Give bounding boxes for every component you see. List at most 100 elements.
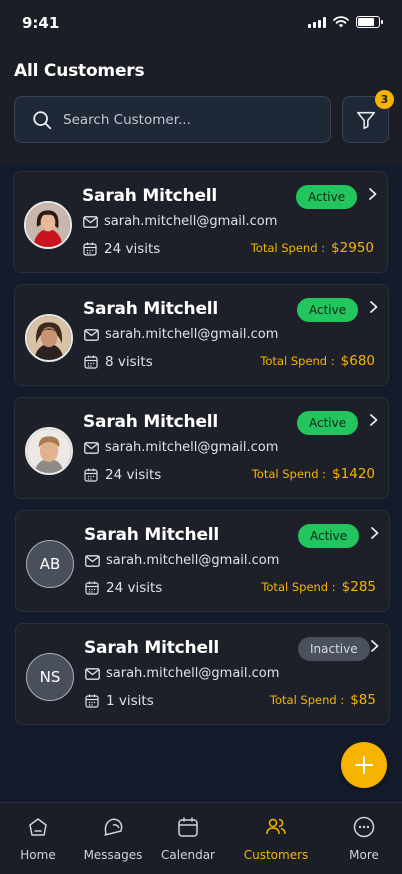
status-badge: Inactive bbox=[298, 637, 370, 661]
search-input[interactable] bbox=[63, 111, 303, 128]
visits-row: 24 visits bbox=[85, 580, 162, 596]
nav-label: Messages bbox=[83, 848, 143, 862]
chevron-right-icon[interactable] bbox=[368, 413, 380, 427]
search-box[interactable] bbox=[14, 96, 331, 143]
avatar bbox=[24, 201, 72, 249]
email-row: sarah.mitchell@gmail.com bbox=[84, 440, 278, 455]
status-badge: Active bbox=[297, 411, 359, 435]
calendar-small-icon bbox=[84, 468, 98, 482]
status-icons bbox=[308, 16, 383, 28]
avatar bbox=[25, 314, 73, 362]
calendar-small-icon bbox=[85, 694, 99, 708]
top-header: 9:41 All Customers 3 bbox=[0, 0, 402, 163]
mail-icon bbox=[85, 554, 100, 567]
customer-name: Sarah Mitchell bbox=[82, 186, 218, 206]
total-spend-amount: $85 bbox=[350, 692, 376, 708]
calendar-small-icon bbox=[83, 242, 97, 256]
customer-card[interactable]: Sarah Mitchell sarah.mitchell@gmail.com … bbox=[14, 397, 389, 499]
customer-name: Sarah Mitchell bbox=[84, 638, 220, 658]
status-badge: Active bbox=[297, 298, 359, 322]
calendar-icon bbox=[178, 817, 198, 837]
total-spend-amount: $1420 bbox=[332, 466, 375, 482]
mail-icon bbox=[83, 215, 98, 228]
visits-row: 8 visits bbox=[84, 354, 153, 370]
customer-card[interactable]: Sarah Mitchell sarah.mitchell@gmail.com … bbox=[14, 284, 389, 386]
customer-email: sarah.mitchell@gmail.com bbox=[105, 327, 279, 342]
mail-icon bbox=[84, 328, 99, 341]
chevron-right-icon[interactable] bbox=[369, 526, 381, 540]
customers-icon bbox=[266, 818, 286, 835]
status-time: 9:41 bbox=[22, 14, 60, 32]
total-spend-label: Total Spend : bbox=[269, 693, 345, 707]
total-spend-amount: $680 bbox=[340, 353, 375, 369]
plus-icon bbox=[355, 756, 373, 774]
total-spend: Total Spend : $85 bbox=[270, 692, 376, 708]
chevron-right-icon[interactable] bbox=[367, 187, 379, 201]
customer-visits: 24 visits bbox=[104, 241, 161, 257]
customer-visits: 24 visits bbox=[106, 580, 163, 596]
nav-item-messages[interactable]: Messages bbox=[73, 815, 153, 862]
mail-icon bbox=[85, 667, 100, 680]
status-badge: Active bbox=[296, 185, 358, 209]
customer-email: sarah.mitchell@gmail.com bbox=[106, 553, 280, 568]
avatar: AB bbox=[26, 540, 74, 588]
total-spend-amount: $285 bbox=[341, 579, 376, 595]
filter-icon bbox=[356, 111, 375, 129]
nav-item-customers[interactable]: Customers bbox=[236, 815, 316, 862]
customer-email: sarah.mitchell@gmail.com bbox=[104, 214, 278, 229]
total-spend-amount: $2950 bbox=[331, 240, 374, 256]
chevron-right-icon[interactable] bbox=[368, 300, 380, 314]
status-badge: Active bbox=[298, 524, 360, 548]
total-spend-label: Total Spend : bbox=[250, 241, 326, 255]
customer-name: Sarah Mitchell bbox=[83, 412, 219, 432]
total-spend-label: Total Spend : bbox=[261, 580, 336, 594]
total-spend-label: Total Spend : bbox=[260, 354, 335, 368]
nav-label: Customers bbox=[243, 848, 309, 862]
avatar: NS bbox=[26, 653, 74, 701]
customer-visits: 24 visits bbox=[105, 467, 162, 483]
email-row: sarah.mitchell@gmail.com bbox=[85, 553, 279, 568]
visits-row: 24 visits bbox=[83, 241, 160, 257]
customer-name: Sarah Mitchell bbox=[83, 299, 219, 319]
calendar-small-icon bbox=[85, 581, 99, 595]
customer-visits: 8 visits bbox=[105, 354, 153, 370]
page-title: All Customers bbox=[14, 61, 145, 81]
wifi-icon bbox=[333, 16, 349, 28]
battery-icon bbox=[356, 16, 383, 28]
messages-icon bbox=[104, 818, 123, 836]
customer-visits: 1 visits bbox=[106, 693, 154, 709]
total-spend-label: Total Spend : bbox=[251, 467, 327, 481]
avatar bbox=[25, 427, 73, 475]
nav-item-more[interactable]: More bbox=[324, 815, 402, 862]
search-icon bbox=[33, 110, 52, 129]
total-spend: Total Spend : $2950 bbox=[251, 240, 374, 256]
nav-label: Home bbox=[20, 848, 56, 862]
mail-icon bbox=[84, 441, 99, 454]
total-spend: Total Spend : $285 bbox=[261, 579, 376, 595]
customer-card[interactable]: AB Sarah Mitchell sarah.mitchell@gmail.c… bbox=[15, 510, 390, 612]
total-spend: Total Spend : $1420 bbox=[252, 466, 375, 482]
customer-card[interactable]: Sarah Mitchell sarah.mitchell@gmail.com … bbox=[13, 171, 388, 273]
calendar-small-icon bbox=[84, 355, 98, 369]
customer-card[interactable]: NS Sarah Mitchell sarah.mitchell@gmail.c… bbox=[15, 623, 390, 725]
total-spend: Total Spend : $680 bbox=[260, 353, 375, 369]
bottom-nav: Home Messages Calendar Customers More bbox=[0, 802, 402, 874]
signal-icon bbox=[308, 16, 326, 28]
customer-email: sarah.mitchell@gmail.com bbox=[105, 440, 279, 455]
customer-name: Sarah Mitchell bbox=[84, 525, 220, 545]
visits-row: 1 visits bbox=[85, 693, 154, 709]
nav-item-home[interactable]: Home bbox=[0, 815, 78, 862]
customer-email: sarah.mitchell@gmail.com bbox=[106, 666, 280, 681]
visits-row: 24 visits bbox=[84, 467, 161, 483]
more-icon bbox=[353, 816, 375, 838]
email-row: sarah.mitchell@gmail.com bbox=[84, 327, 278, 342]
email-row: sarah.mitchell@gmail.com bbox=[83, 214, 277, 229]
nav-label: More bbox=[349, 848, 379, 862]
nav-label: Calendar bbox=[161, 848, 215, 862]
nav-item-calendar[interactable]: Calendar bbox=[148, 815, 228, 862]
chevron-right-icon[interactable] bbox=[369, 639, 381, 653]
email-row: sarah.mitchell@gmail.com bbox=[85, 666, 279, 681]
filter-count-badge: 3 bbox=[375, 90, 394, 109]
home-icon bbox=[29, 818, 47, 836]
add-customer-button[interactable] bbox=[341, 742, 387, 788]
